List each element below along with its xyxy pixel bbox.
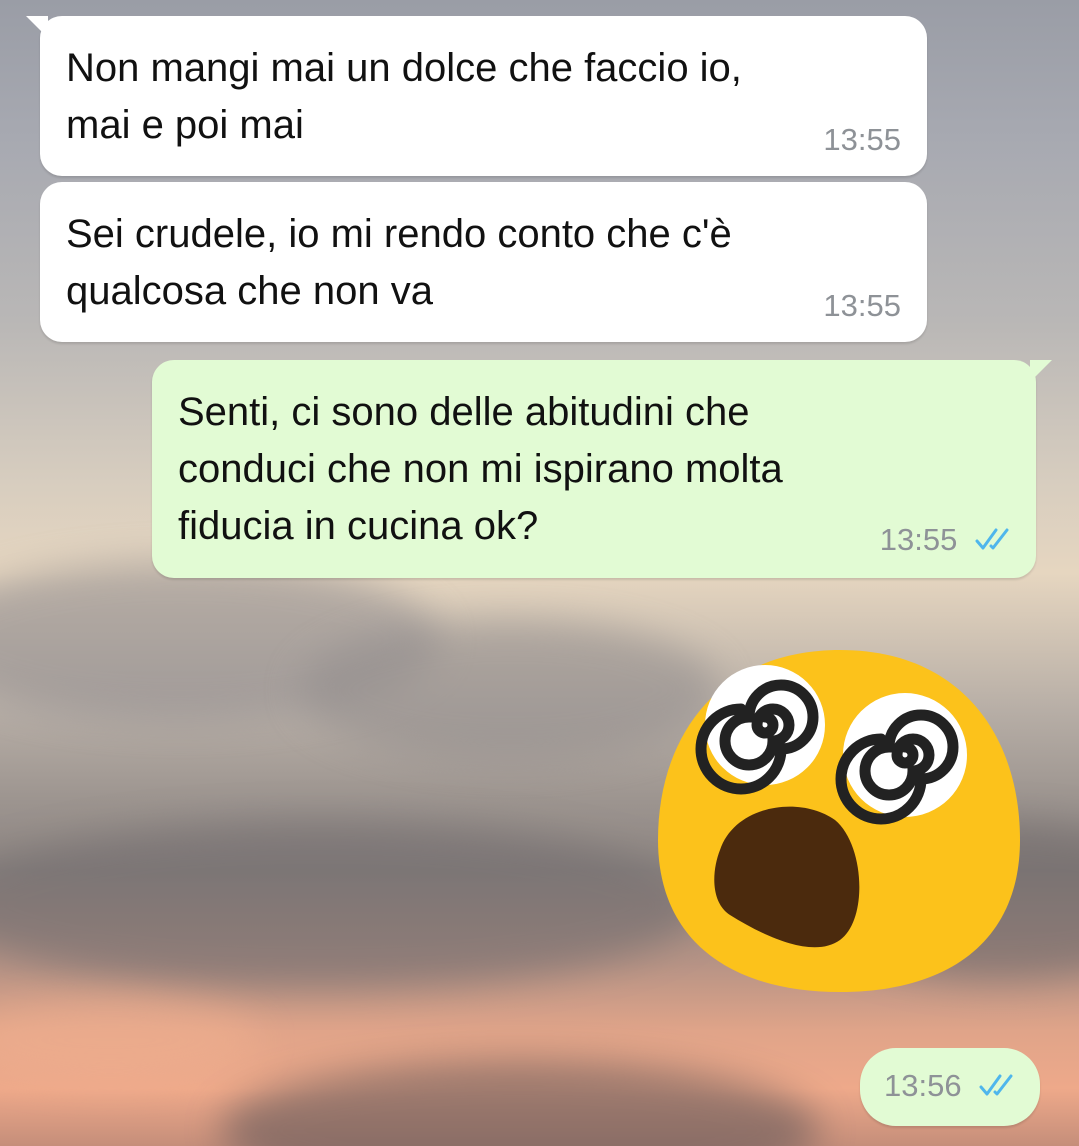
message-timestamp: 13:55 xyxy=(823,288,901,323)
message-timestamp: 13:56 xyxy=(884,1068,962,1103)
incoming-message-bubble[interactable]: Sei crudele, io mi rendo conto che c'è q… xyxy=(40,182,927,342)
message-text: Sei crudele, io mi rendo conto che c'è q… xyxy=(66,212,732,313)
dizzy-shocked-face-emoji[interactable] xyxy=(650,640,1030,1000)
message-text: Non mangi mai un dolce che faccio io, ma… xyxy=(66,46,742,147)
incoming-message-bubble[interactable]: Non mangi mai un dolce che faccio io, ma… xyxy=(26,16,927,176)
sticker-time-pill: 13:56 xyxy=(860,1048,1040,1126)
chat-background: Non mangi mai un dolce che faccio io, ma… xyxy=(0,0,1079,1146)
cloud-shape xyxy=(0,1000,260,1080)
message-meta: 13:55 xyxy=(880,522,1014,560)
message-timestamp: 13:55 xyxy=(823,122,901,157)
message-text: Senti, ci sono delle abitudini che condu… xyxy=(178,390,783,548)
message-meta: 13:56 xyxy=(884,1068,1018,1106)
cloud-shape xyxy=(220,1060,820,1146)
cloud-shape xyxy=(0,820,700,990)
bubble-tail xyxy=(26,16,48,38)
double-check-icon xyxy=(978,1070,1018,1106)
message-timestamp: 13:55 xyxy=(879,522,958,558)
outgoing-message-bubble[interactable]: Senti, ci sono delle abitudini che condu… xyxy=(152,360,1052,578)
double-check-icon xyxy=(974,524,1014,560)
bubble-tail xyxy=(1030,360,1052,382)
